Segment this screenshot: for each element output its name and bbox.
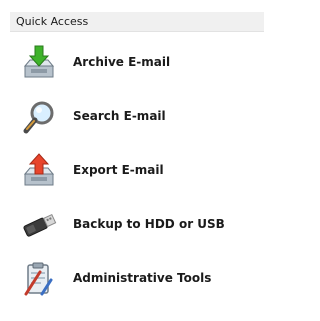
archive-icon [23,45,55,78]
panel-header: Quick Access [10,12,264,32]
magnifier-icon [23,101,54,134]
administrative-tools-item[interactable]: Administrative Tools [10,256,264,302]
quick-access-panel: Quick Access Archive E-mail Search E-mai… [0,0,272,321]
administrative-tools-label: Administrative Tools [73,271,212,285]
export-email-item[interactable]: Export E-mail [10,148,264,194]
export-icon [23,153,55,186]
backup-label: Backup to HDD or USB [73,217,225,231]
backup-item[interactable]: Backup to HDD or USB [10,202,264,248]
archive-email-label: Archive E-mail [73,55,171,69]
archive-email-item[interactable]: Archive E-mail [10,40,264,86]
search-email-item[interactable]: Search E-mail [10,94,264,140]
search-email-label: Search E-mail [73,109,166,123]
clipboard-tools-icon [24,262,53,296]
usb-drive-icon [23,213,57,237]
export-email-label: Export E-mail [73,163,164,177]
panel-title: Quick Access [16,15,89,28]
